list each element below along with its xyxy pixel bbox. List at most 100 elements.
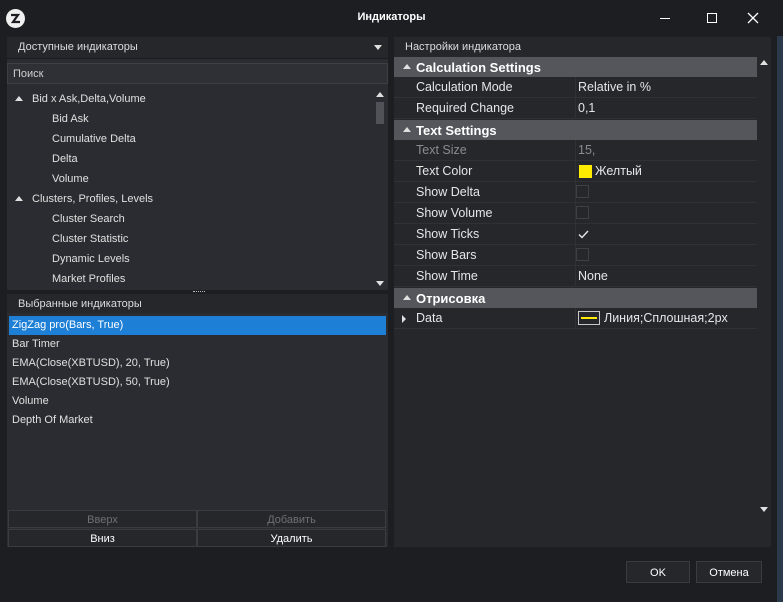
prop-calculation-mode[interactable]: Calculation Mode Relative in %	[394, 77, 757, 98]
title-bar: Индикаторы	[0, 0, 783, 36]
list-item[interactable]: EMA(Close(XBTUSD), 20, True)	[9, 354, 386, 373]
prop-show-delta[interactable]: Show Delta	[394, 182, 757, 203]
column-divider	[575, 308, 576, 329]
prop-text-size[interactable]: Text Size 15,	[394, 140, 757, 161]
show-ticks-checkbox[interactable]	[576, 227, 589, 240]
list-item[interactable]: Depth Of Market	[9, 411, 386, 430]
add-button[interactable]: Добавить	[197, 510, 386, 528]
scroll-up-icon[interactable]	[760, 60, 768, 65]
chevron-down-icon	[374, 45, 382, 50]
collapse-icon	[15, 96, 23, 101]
column-divider	[575, 266, 576, 287]
collapse-icon	[403, 64, 411, 69]
line-style-swatch-icon	[578, 311, 600, 325]
column-divider	[575, 98, 576, 119]
prop-show-time[interactable]: Show Time None	[394, 266, 757, 287]
list-item[interactable]: Bar Timer	[9, 335, 386, 354]
show-bars-checkbox[interactable]	[576, 248, 589, 261]
settings-scrollbar[interactable]	[758, 56, 770, 516]
close-button[interactable]	[738, 8, 768, 28]
selected-header-label: Выбранные индикаторы	[18, 298, 142, 310]
settings-header: Настройки индикатора	[394, 37, 771, 56]
prop-key: Text Color	[416, 164, 473, 178]
category-drawing[interactable]: Отрисовка	[394, 288, 757, 308]
minimize-button[interactable]	[650, 8, 680, 28]
prop-key: Data	[416, 311, 443, 325]
close-icon	[747, 12, 759, 24]
prop-key: Calculation Mode	[416, 80, 513, 94]
prop-show-ticks[interactable]: Show Ticks	[394, 224, 757, 245]
category-text-settings[interactable]: Text Settings	[394, 120, 757, 140]
show-delta-checkbox[interactable]	[576, 185, 589, 198]
prop-data[interactable]: Data Линия;Сплошная;2px	[394, 308, 757, 329]
selected-indicators-list: ZigZag pro(Bars, True) Bar Timer EMA(Clo…	[7, 315, 388, 509]
tree-item-cluster-statistic[interactable]: Cluster Statistic	[52, 229, 372, 249]
settings-header-label: Настройки индикатора	[405, 41, 521, 53]
prop-key: Show Bars	[416, 248, 477, 262]
prop-value[interactable]: Линия;Сплошная;2px	[604, 311, 728, 325]
prop-text-color[interactable]: Text Color Желтый	[394, 161, 757, 182]
tree-item-market-profiles[interactable]: Market Profiles	[52, 269, 372, 289]
maximize-button[interactable]	[697, 8, 727, 28]
prop-required-change[interactable]: Required Change 0,1	[394, 98, 757, 119]
button-row-bottom: Вниз Удалить	[7, 529, 388, 548]
prop-value[interactable]: Relative in %	[578, 80, 651, 94]
tree-group-clusters-profiles-levels[interactable]: Clusters, Profiles, Levels	[15, 189, 375, 209]
collapse-icon	[403, 295, 411, 300]
indicator-tree: Bid x Ask,Delta,Volume Bid Ask Cumulativ…	[7, 88, 388, 290]
available-indicators-dropdown[interactable]: Доступные индикаторы	[7, 37, 388, 59]
prop-key: Show Volume	[416, 206, 493, 220]
prop-key: Show Delta	[416, 185, 480, 199]
column-divider	[575, 77, 576, 98]
tree-scrollbar[interactable]	[375, 88, 385, 290]
prop-show-volume[interactable]: Show Volume	[394, 203, 757, 224]
prop-key: Required Change	[416, 101, 514, 115]
tree-group-label: Clusters, Profiles, Levels	[32, 193, 154, 205]
cancel-button[interactable]: Отмена	[696, 561, 762, 583]
tree-item-delta[interactable]: Delta	[52, 149, 372, 169]
scrollbar-thumb[interactable]	[376, 102, 384, 124]
button-row-top: Вверх Добавить	[7, 510, 388, 529]
show-volume-checkbox[interactable]	[576, 206, 589, 219]
prop-value[interactable]: Желтый	[595, 164, 642, 178]
column-divider	[575, 161, 576, 182]
prop-show-bars[interactable]: Show Bars	[394, 245, 757, 266]
prop-value[interactable]: 15,	[578, 143, 595, 157]
tree-item-dynamic-levels[interactable]: Dynamic Levels	[52, 249, 372, 269]
delete-button[interactable]: Удалить	[197, 529, 386, 547]
prop-key: Show Ticks	[416, 227, 480, 241]
category-label: Text Settings	[416, 123, 497, 138]
prop-value[interactable]: None	[578, 269, 608, 283]
column-divider	[575, 140, 576, 161]
minimize-icon	[660, 18, 670, 19]
list-item[interactable]: Volume	[9, 392, 386, 411]
tree-item-cluster-search[interactable]: Cluster Search	[52, 209, 372, 229]
search-input[interactable]	[8, 64, 383, 83]
move-up-button[interactable]: Вверх	[8, 510, 197, 528]
category-calculation-settings[interactable]: Calculation Settings	[394, 57, 757, 77]
list-item[interactable]: EMA(Close(XBTUSD), 50, True)	[9, 373, 386, 392]
tree-item-bid-ask[interactable]: Bid Ask	[52, 109, 372, 129]
tree-group-bid-ask-delta-volume[interactable]: Bid x Ask,Delta,Volume	[15, 89, 375, 109]
indicator-settings-panel: Настройки индикатора Calculation Setting…	[394, 37, 771, 547]
move-down-button[interactable]: Вниз	[8, 529, 197, 547]
list-item[interactable]: ZigZag pro(Bars, True)	[9, 316, 386, 335]
checkmark-icon	[578, 230, 589, 239]
tree-group-label: Bid x Ask,Delta,Volume	[32, 93, 146, 105]
scroll-up-icon[interactable]	[376, 92, 384, 97]
expand-icon[interactable]	[402, 315, 406, 323]
scroll-down-icon[interactable]	[376, 281, 384, 286]
tree-item-volume[interactable]: Volume	[52, 169, 372, 189]
collapse-icon	[403, 127, 411, 132]
scroll-down-icon[interactable]	[760, 507, 768, 512]
category-label: Отрисовка	[416, 291, 486, 306]
prop-value[interactable]: 0,1	[578, 101, 595, 115]
color-swatch-icon	[579, 165, 592, 178]
category-label: Calculation Settings	[416, 60, 541, 75]
search-field[interactable]	[7, 63, 388, 84]
tree-item-cumulative-delta[interactable]: Cumulative Delta	[52, 129, 372, 149]
prop-key: Text Size	[416, 143, 467, 157]
ok-button[interactable]: OK	[626, 561, 690, 583]
dropdown-label: Доступные индикаторы	[18, 41, 138, 53]
selected-indicators-header: Выбранные индикаторы	[7, 294, 388, 313]
